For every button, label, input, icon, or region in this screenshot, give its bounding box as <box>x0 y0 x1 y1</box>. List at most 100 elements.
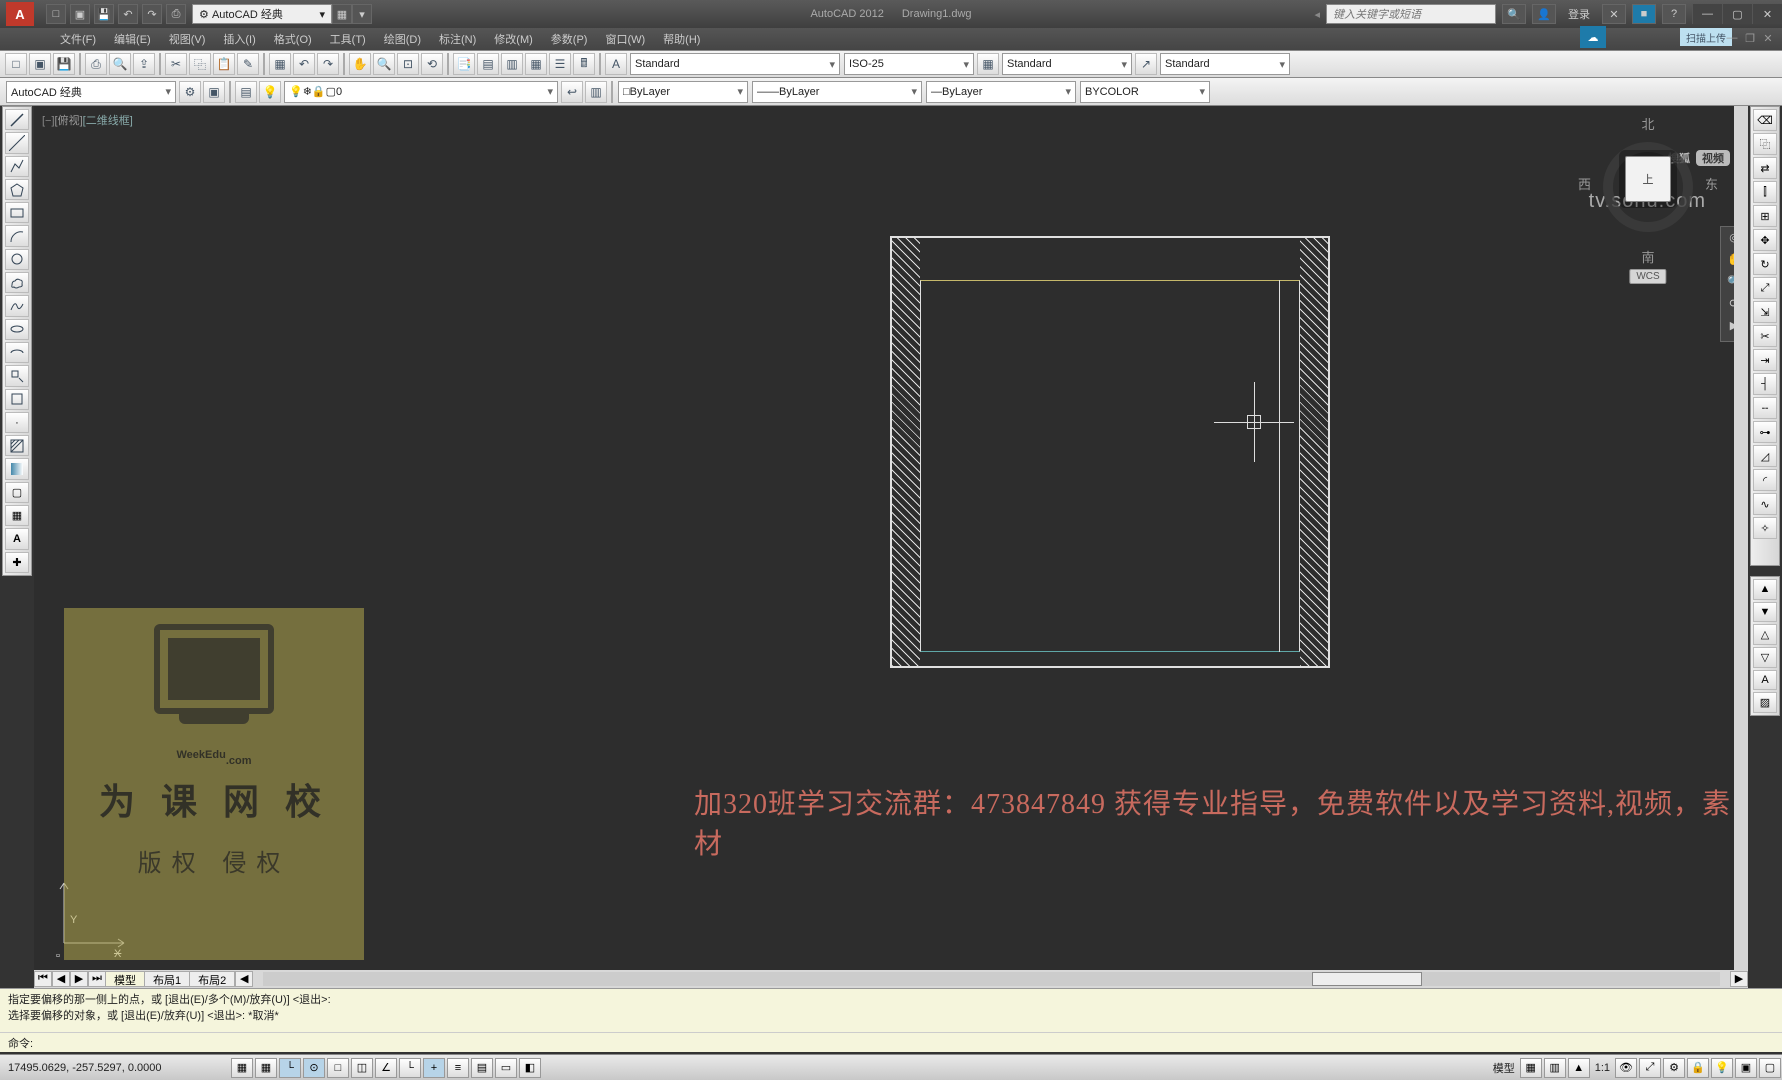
cut-icon[interactable]: ✂ <box>165 53 187 75</box>
design-center-icon[interactable]: ▤ <box>477 53 499 75</box>
tab-first-icon[interactable]: ⏮ <box>34 971 52 987</box>
erase-icon[interactable]: ⌫ <box>1753 109 1777 131</box>
annotation-visibility-icon[interactable]: 👁 <box>1615 1058 1637 1078</box>
spline-icon[interactable] <box>5 295 29 316</box>
undo-icon[interactable]: ↶ <box>118 4 138 24</box>
lineweight-dropdown[interactable]: — ByLayer▾ <box>926 81 1076 103</box>
new-icon[interactable]: □ <box>46 4 66 24</box>
tab-layout1[interactable]: 布局1 <box>144 971 190 987</box>
doc-minimize-button[interactable]: — <box>1724 32 1740 46</box>
drawing-viewport[interactable]: [−][俯视][二维线框] 搜狐视频 tv.sohu.com 上 北 南 东 西… <box>34 106 1748 972</box>
tab-last-icon[interactable]: ⏭ <box>88 971 106 987</box>
login-link[interactable]: 登录 <box>1568 6 1590 22</box>
hscroll-track[interactable] <box>263 972 1720 986</box>
bring-front-icon[interactable]: ▲ <box>1753 579 1777 600</box>
viewcube-wcs[interactable]: WCS <box>1629 269 1666 284</box>
menu-draw[interactable]: 绘图(D) <box>384 31 421 47</box>
stretch-icon[interactable]: ⇲ <box>1753 301 1777 323</box>
quick-view-drawings-icon[interactable]: ▥ <box>1544 1058 1566 1078</box>
quickcalc-icon[interactable]: 🖩 <box>573 53 595 75</box>
ellipse-arc-icon[interactable] <box>5 342 29 363</box>
ducs-toggle[interactable]: └ <box>399 1058 421 1078</box>
hscroll-thumb[interactable] <box>1312 972 1422 986</box>
text-style-icon[interactable]: A <box>605 53 627 75</box>
region-icon[interactable]: ▢ <box>5 482 29 503</box>
redo-icon[interactable]: ↷ <box>142 4 162 24</box>
text-front-icon[interactable]: A <box>1753 670 1777 691</box>
snap-toggle[interactable]: ▦ <box>231 1058 253 1078</box>
osnap-toggle[interactable]: □ <box>327 1058 349 1078</box>
extend-icon[interactable]: ⇥ <box>1753 349 1777 371</box>
plot-icon[interactable]: ⎙ <box>85 53 107 75</box>
point-icon[interactable]: · <box>5 412 29 433</box>
tab-prev-icon[interactable]: ◀ <box>52 971 70 987</box>
search-button[interactable]: 🔍 <box>1502 4 1526 24</box>
annotation-scale-icon[interactable]: ▲ <box>1568 1058 1590 1078</box>
fillet-icon[interactable]: ◜ <box>1753 469 1777 491</box>
redo-btn-icon[interactable]: ↷ <box>317 53 339 75</box>
layer-prev-icon[interactable]: ↩ <box>561 81 583 103</box>
mleader-style-dropdown[interactable]: Standard▾ <box>1160 53 1290 75</box>
workspace-switching-icon[interactable]: ⚙ <box>1663 1058 1685 1078</box>
exchange-apps-icon[interactable]: ■ <box>1632 4 1656 24</box>
plotstyle-dropdown[interactable]: BYCOLOR▾ <box>1080 81 1210 103</box>
break-icon[interactable]: ╌ <box>1753 397 1777 419</box>
blend-icon[interactable]: ∿ <box>1753 493 1777 515</box>
menu-insert[interactable]: 插入(I) <box>223 31 255 47</box>
save-doc-icon[interactable]: 💾 <box>53 53 75 75</box>
array-icon[interactable]: ⊞ <box>1753 205 1777 227</box>
layer-states-icon[interactable]: 💡 <box>259 81 281 103</box>
grid-toggle[interactable]: ▦ <box>255 1058 277 1078</box>
block-editor-icon[interactable]: ▦ <box>269 53 291 75</box>
search-input[interactable]: 键入关键字或短语 <box>1326 4 1496 24</box>
match-prop-icon[interactable]: ✎ <box>237 53 259 75</box>
explode-icon[interactable]: ✧ <box>1753 517 1777 539</box>
polar-toggle[interactable]: ⊙ <box>303 1058 325 1078</box>
revision-cloud-icon[interactable] <box>5 272 29 293</box>
layer-manager-icon[interactable]: ▤ <box>235 81 257 103</box>
dyn-toggle[interactable]: + <box>423 1058 445 1078</box>
copy-icon[interactable]: ⿻ <box>189 53 211 75</box>
send-below-icon[interactable]: ▽ <box>1753 647 1777 668</box>
properties-icon[interactable]: 📑 <box>453 53 475 75</box>
make-block-icon[interactable] <box>5 389 29 410</box>
doc-restore-button[interactable]: ❐ <box>1742 32 1758 46</box>
linetype-dropdown[interactable]: —— ByLayer▾ <box>752 81 922 103</box>
qp-toggle[interactable]: ▭ <box>495 1058 517 1078</box>
insert-block-icon[interactable] <box>5 365 29 386</box>
workspace-settings-icon[interactable]: ⚙ <box>179 81 201 103</box>
zoom-realtime-icon[interactable]: 🔍 <box>373 53 395 75</box>
open-icon[interactable]: ▣ <box>70 4 90 24</box>
sheet-set-icon[interactable]: ▦ <box>525 53 547 75</box>
isolate-objects-icon[interactable]: ▣ <box>1735 1058 1757 1078</box>
menu-help[interactable]: 帮助(H) <box>663 31 700 47</box>
tab-next-icon[interactable]: ▶ <box>70 971 88 987</box>
signin-icon[interactable]: 👤 <box>1532 4 1556 24</box>
menu-window[interactable]: 窗口(W) <box>605 31 645 47</box>
quick-view-layouts-icon[interactable]: ▦ <box>1520 1058 1542 1078</box>
hscroll-left-icon[interactable]: ◀ <box>235 971 253 987</box>
menu-edit[interactable]: 编辑(E) <box>114 31 151 47</box>
undo-btn-icon[interactable]: ↶ <box>293 53 315 75</box>
sc-toggle[interactable]: ◧ <box>519 1058 541 1078</box>
print-icon[interactable]: ⎙ <box>166 4 186 24</box>
gradient-icon[interactable] <box>5 458 29 479</box>
hardware-accel-icon[interactable]: 💡 <box>1711 1058 1733 1078</box>
join-icon[interactable]: ⊶ <box>1753 421 1777 443</box>
minimize-button[interactable]: — <box>1692 4 1722 24</box>
menu-file[interactable]: 文件(F) <box>60 31 96 47</box>
markup-icon[interactable]: ☰ <box>549 53 571 75</box>
menu-dimension[interactable]: 标注(N) <box>439 31 476 47</box>
model-space-button[interactable]: 模型 <box>1493 1060 1515 1076</box>
annotation-autoscale-icon[interactable]: ⤢ <box>1639 1058 1661 1078</box>
open-doc-icon[interactable]: ▣ <box>29 53 51 75</box>
mleader-style-icon[interactable]: ↗ <box>1135 53 1157 75</box>
zoom-previous-icon[interactable]: ⟲ <box>421 53 443 75</box>
mirror-icon[interactable]: ⇄ <box>1753 157 1777 179</box>
hscroll-right-icon[interactable]: ▶ <box>1730 971 1748 987</box>
plot-preview-icon[interactable]: 🔍 <box>109 53 131 75</box>
chamfer-icon[interactable]: ◿ <box>1753 445 1777 467</box>
menu-view[interactable]: 视图(V) <box>169 31 206 47</box>
bring-above-icon[interactable]: △ <box>1753 624 1777 645</box>
send-back-icon[interactable]: ▼ <box>1753 602 1777 623</box>
